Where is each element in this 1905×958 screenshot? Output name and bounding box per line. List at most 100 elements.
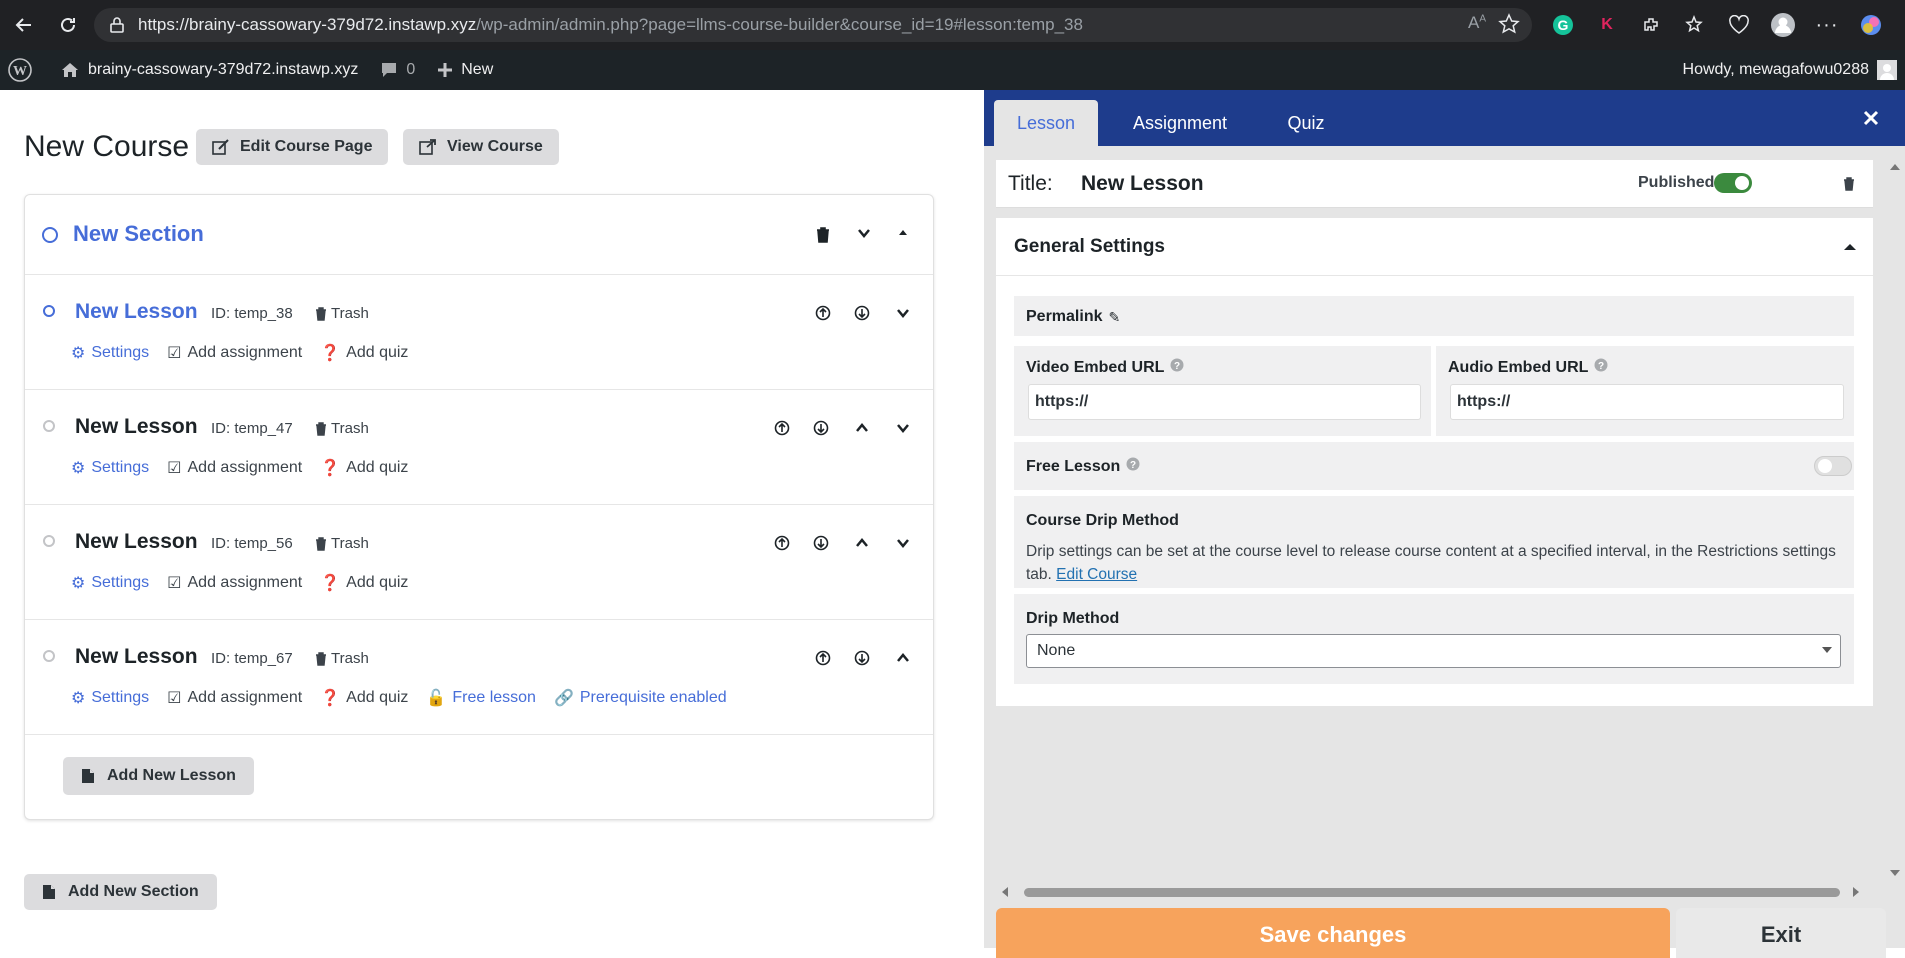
general-settings-header[interactable]: General Settings [996,218,1873,276]
lesson-item[interactable]: New Lesson ID: temp_67 Trash ⚙ Settings ☑… [25,620,933,735]
save-changes-button[interactable]: Save changes [996,908,1670,958]
favorites-icon[interactable] [1678,8,1712,42]
lesson-item[interactable]: New Lesson ID: temp_56 Trash ⚙ Settings ☑… [25,505,933,620]
delete-lesson-icon[interactable] [1839,174,1859,194]
pencil-icon[interactable]: ✎ [1108,309,1120,326]
add-assignment-link[interactable]: ☑ Add assignment [167,458,302,478]
wordpress-logo-icon[interactable]: W [8,58,32,82]
checkbox-icon: ☑ [167,345,182,362]
lesson-move-up-icon[interactable] [811,646,835,670]
add-quiz-label: Add quiz [346,574,409,591]
edit-course-page-button[interactable]: Edit Course Page [196,129,389,165]
address-bar[interactable]: https://brainy-cassowary-379d72.instawp.… [94,8,1532,42]
lesson-title[interactable]: New Lesson [75,530,198,554]
exit-button[interactable]: Exit [1676,908,1886,958]
vertical-scrollbar[interactable] [1885,160,1905,880]
add-quiz-link[interactable]: ❓ Add quiz [320,688,408,708]
add-quiz-link[interactable]: ❓ Add quiz [320,573,408,593]
add-quiz-link[interactable]: ❓ Add quiz [320,458,408,478]
lesson-trash-link[interactable]: Trash [315,420,369,437]
lesson-up-arrow-icon[interactable] [891,646,915,670]
k-extension-icon[interactable]: K [1590,8,1624,42]
checkbox-icon: ☑ [167,575,182,592]
more-menu-icon[interactable]: ··· [1810,8,1844,42]
add-assignment-link[interactable]: ☑ Add assignment [167,573,302,593]
lesson-item[interactable]: New Lesson ID: temp_38 Trash ⚙ Settings ☑… [25,275,933,390]
lesson-settings-link[interactable]: ⚙ Settings [71,458,149,478]
my-account-link[interactable]: Howdy, mewagafowu0288 [1683,50,1897,90]
lesson-move-down-icon[interactable] [850,646,874,670]
video-embed-input[interactable]: https:// [1028,384,1421,420]
lesson-expand-icon[interactable] [891,301,915,325]
tab-quiz[interactable]: Quiz [1258,100,1354,146]
extensions-icon[interactable] [1634,8,1668,42]
tab-lesson[interactable]: Lesson [994,100,1098,146]
close-icon[interactable] [1859,106,1883,130]
add-new-section-button[interactable]: Add New Section [24,874,217,910]
lesson-move-down-icon[interactable] [809,531,833,555]
lesson-title[interactable]: New Lesson [75,645,198,669]
back-icon[interactable] [4,5,44,45]
lesson-move-down-icon[interactable] [809,416,833,440]
lesson-move-up-icon[interactable] [770,531,794,555]
lesson-trash-link[interactable]: Trash [315,650,369,667]
new-content-link[interactable]: New [437,61,493,79]
add-quiz-link[interactable]: ❓ Add quiz [320,343,408,363]
lesson-item[interactable]: New Lesson ID: temp_47 Trash ⚙ Settings ☑… [25,390,933,505]
help-icon[interactable]: ? [1170,358,1184,377]
lesson-expand-icon[interactable] [891,416,915,440]
prerequisite-link[interactable]: 🔗 Prerequisite enabled [554,688,727,708]
copilot-icon[interactable] [1854,8,1888,42]
lesson-move-up-icon[interactable] [811,301,835,325]
free-lesson-link[interactable]: 🔓 Free lesson [426,688,536,708]
scrollbar-thumb[interactable] [1024,888,1840,897]
section-move-down-icon[interactable] [852,221,876,245]
grammarly-extension-icon[interactable]: G [1546,8,1580,42]
lesson-move-up-icon[interactable] [770,416,794,440]
drip-method-value: None [1037,642,1076,659]
lesson-settings-link[interactable]: ⚙ Settings [71,343,149,363]
collapse-caret-icon[interactable] [1841,238,1859,256]
favorite-star-icon[interactable] [1498,13,1520,40]
lesson-title-field[interactable]: New Lesson [1081,172,1204,196]
svg-text:?: ? [1598,361,1604,372]
edit-course-link[interactable]: Edit Course [1056,566,1137,583]
lesson-up-arrow-icon[interactable] [850,416,874,440]
help-icon[interactable]: ? [1594,358,1608,377]
add-assignment-link[interactable]: ☑ Add assignment [167,688,302,708]
add-new-lesson-button[interactable]: Add New Lesson [63,757,254,795]
lesson-title[interactable]: New Lesson [75,300,198,324]
view-course-button[interactable]: View Course [403,129,559,165]
section-header[interactable]: New Section [25,195,933,275]
published-toggle[interactable] [1714,173,1752,193]
audio-embed-input[interactable]: https:// [1450,384,1844,420]
lesson-title[interactable]: New Lesson [75,415,198,439]
section-title[interactable]: New Section [73,221,204,247]
browser-essentials-icon[interactable] [1722,8,1756,42]
comments-link[interactable]: 0 [380,61,415,79]
lesson-trash-link[interactable]: Trash [315,305,369,322]
section-trash-icon[interactable] [811,223,835,247]
section-collapse-icon[interactable] [891,221,915,245]
permalink-label-wrap[interactable]: Permalink ✎ [1026,308,1120,326]
free-lesson-toggle[interactable] [1814,456,1852,476]
site-name-link[interactable]: brainy-cassowary-379d72.instawp.xyz [60,60,358,80]
lesson-expand-icon[interactable] [891,531,915,555]
lesson-settings-link[interactable]: ⚙ Settings [71,573,149,593]
tab-assignment[interactable]: Assignment [1104,100,1256,146]
trash-label: Trash [331,305,369,322]
add-assignment-link[interactable]: ☑ Add assignment [167,343,302,363]
lesson-settings-link[interactable]: ⚙ Settings [71,688,149,708]
add-assignment-label: Add assignment [187,459,303,476]
drip-description-text: Drip settings can be set at the course l… [1026,543,1836,583]
read-aloud-icon[interactable]: AA [1468,13,1486,40]
lesson-trash-link[interactable]: Trash [315,535,369,552]
drip-method-select[interactable]: None [1026,634,1841,668]
lesson-up-arrow-icon[interactable] [850,531,874,555]
help-icon[interactable]: ? [1126,457,1140,476]
lesson-move-down-icon[interactable] [850,301,874,325]
horizontal-scrollbar[interactable] [996,882,1873,902]
site-info-icon[interactable] [106,14,128,36]
reload-icon[interactable] [48,5,88,45]
profile-avatar-icon[interactable] [1766,8,1800,42]
